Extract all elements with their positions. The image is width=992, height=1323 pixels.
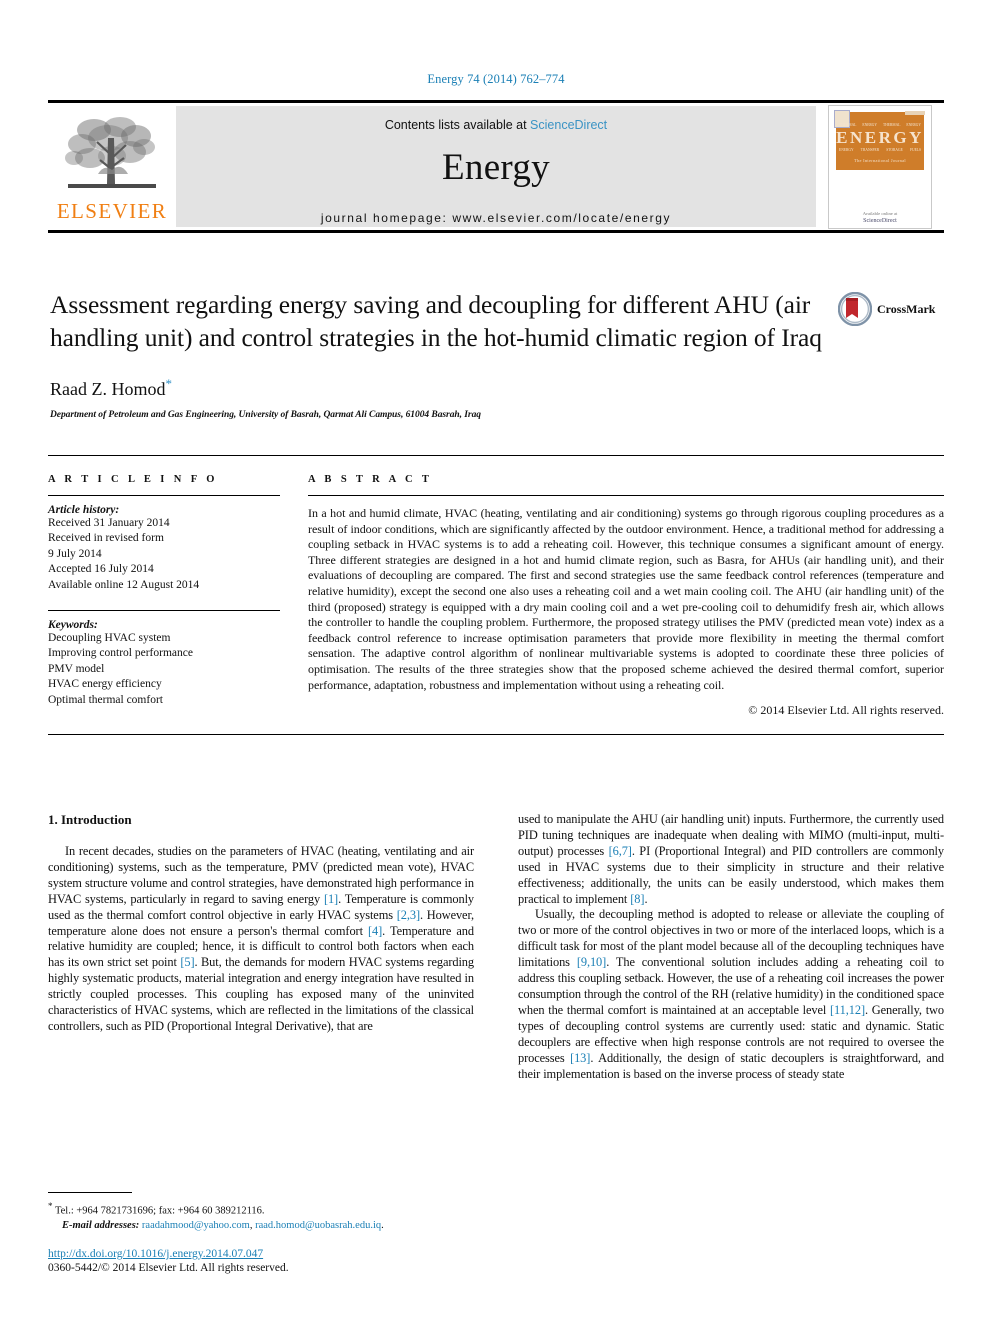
page-title: Assessment regarding energy saving and d… — [50, 290, 822, 352]
keyword-item: Decoupling HVAC system — [48, 632, 171, 645]
info-abstract-band: A R T I C L E I N F O Article history: R… — [48, 455, 944, 736]
keyword-item: Optimal thermal comfort — [48, 693, 163, 706]
cover-label: THERMAL — [839, 122, 857, 127]
cover-label: TRANSFER — [860, 147, 880, 152]
body-columns: 1. Introduction In recent decades, studi… — [48, 812, 944, 1082]
journal-title: Energy — [442, 147, 550, 188]
info-divider — [48, 495, 280, 496]
section-heading-introduction: 1. Introduction — [48, 812, 132, 827]
citation-link[interactable]: [1] — [324, 892, 338, 906]
cover-label: FUELS — [909, 147, 921, 152]
paper-page: Energy 74 (2014) 762–774 ELSEVIER Conten… — [0, 0, 992, 1323]
history-item: Received in revised form — [48, 532, 164, 545]
journal-homepage[interactable]: journal homepage: www.elsevier.com/locat… — [321, 211, 671, 225]
cover-footer: Available online at — [862, 210, 898, 216]
citation-link[interactable]: [11,12] — [830, 1003, 865, 1017]
cover-row-labels-top: THERMAL ENERGY THERMAL ENERGY — [839, 123, 921, 127]
footnote-block: * Tel.: +964 7821731696; fax: +964 60 38… — [48, 1192, 474, 1233]
abstract-heading: A B S T R A C T — [308, 474, 433, 485]
article-info-column: A R T I C L E I N F O Article history: R… — [48, 474, 280, 718]
footnote-contact: * Tel.: +964 7821731696; fax: +964 60 38… — [48, 1199, 474, 1219]
cover-subtitle: The International Journal — [854, 157, 906, 163]
keyword-item: PMV model — [48, 662, 105, 675]
cover-label: STORAGE — [886, 147, 903, 152]
paragraph: Usually, the decoupling method is adopte… — [518, 907, 944, 1082]
abstract-column: A B S T R A C T In a hot and humid clima… — [308, 474, 944, 718]
contents-prefix: Contents lists available at — [384, 118, 531, 132]
journal-cover-thumbnail: THERMAL ENERGY THERMAL ENERGY ENERGY ENE… — [816, 103, 944, 230]
keyword-item: HVAC energy efficiency — [48, 678, 162, 691]
citation-link[interactable]: [4] — [368, 924, 382, 938]
history-item: Available online 12 August 2014 — [48, 578, 200, 591]
elsevier-logo: ELSEVIER — [48, 103, 176, 230]
citation-link[interactable]: [6,7] — [609, 844, 632, 858]
paragraph: In recent decades, studies on the parame… — [48, 844, 474, 1035]
email-link-1[interactable]: raadahmood@yahoo.com — [142, 1220, 250, 1231]
cover-label: THERMAL — [883, 122, 901, 127]
email-link-2[interactable]: raad.homod@uobasrah.edu.iq — [255, 1220, 381, 1231]
footnote-divider — [48, 1192, 132, 1193]
body-right-column: used to manipulate the AHU (air handling… — [518, 812, 944, 1082]
author-name: Raad Z. Homod* — [50, 376, 830, 400]
sciencedirect-link[interactable]: ScienceDirect — [530, 118, 607, 132]
citation-link[interactable]: [8] — [630, 892, 644, 906]
doi-link[interactable]: http://dx.doi.org/10.1016/j.energy.2014.… — [48, 1248, 488, 1260]
cover-row-labels-bottom: ENERGY TRANSFER STORAGE FUELS — [839, 148, 921, 152]
abstract-text: In a hot and humid climate, HVAC (heatin… — [308, 506, 944, 692]
author-footnote-marker[interactable]: * — [165, 376, 172, 391]
elsevier-wordmark: ELSEVIER — [56, 198, 168, 223]
affiliation: Department of Petroleum and Gas Engineer… — [50, 410, 481, 420]
crossmark-badge[interactable]: CrossMark — [838, 292, 935, 326]
email-label: E-mail addresses: — [62, 1219, 140, 1231]
history-item: Received 31 January 2014 — [48, 517, 170, 529]
body-left-column: 1. Introduction In recent decades, studi… — [48, 812, 474, 1082]
masthead-center: Contents lists available at ScienceDirec… — [176, 106, 816, 227]
cover-sciencedirect-mark: ScienceDirect — [863, 217, 897, 224]
elsevier-tree-icon — [65, 116, 156, 188]
cover-label: ENERGY — [839, 147, 854, 152]
abstract-divider — [308, 495, 944, 496]
issn-copyright-line: 0360-5442/© 2014 Elsevier Ltd. All right… — [48, 1262, 289, 1274]
title-block: Assessment regarding energy saving and d… — [50, 288, 830, 420]
article-info-heading: A R T I C L E I N F O — [48, 474, 218, 485]
paragraph: used to manipulate the AHU (air handling… — [518, 812, 944, 907]
keyword-item: Improving control performance — [48, 647, 193, 660]
contents-available-line: Contents lists available at ScienceDirec… — [385, 118, 607, 132]
article-history-label: Article history: — [48, 504, 120, 516]
citation-link[interactable]: [13] — [570, 1051, 590, 1065]
history-item: Accepted 16 July 2014 — [48, 563, 154, 576]
footnote-marker: * — [48, 1201, 53, 1211]
email-terminator: . — [381, 1219, 384, 1231]
abstract-copyright: © 2014 Elsevier Ltd. All rights reserved… — [748, 703, 944, 718]
crossmark-icon — [838, 292, 872, 326]
text-run: . — [644, 891, 648, 906]
cover-label: ENERGY — [906, 122, 921, 127]
citation-link[interactable]: [2,3] — [397, 908, 420, 922]
footnote-tel: Tel.: +964 7821731696; fax: +964 60 3892… — [54, 1205, 265, 1217]
cover-image: THERMAL ENERGY THERMAL ENERGY ENERGY ENE… — [828, 104, 932, 229]
running-head: Energy 74 (2014) 762–774 — [427, 72, 565, 86]
cover-issue-label — [905, 110, 925, 115]
footnote-emails: E-mail addresses: raadahmood@yahoo.com, … — [48, 1219, 474, 1233]
cover-label: ENERGY — [862, 122, 877, 127]
cover-title: ENERGY — [836, 127, 924, 147]
crossmark-label: CrossMark — [877, 301, 936, 316]
citation-link[interactable]: [5] — [180, 955, 194, 969]
keywords-divider — [48, 610, 280, 612]
journal-masthead: ELSEVIER Contents lists available at Sci… — [48, 100, 944, 233]
history-item: 9 July 2014 — [48, 547, 102, 560]
author-label: Raad Z. Homod — [50, 379, 166, 399]
doi-block: http://dx.doi.org/10.1016/j.energy.2014.… — [48, 1248, 488, 1274]
keywords-label: Keywords: — [48, 619, 98, 632]
citation-link[interactable]: [9,10] — [577, 955, 606, 969]
